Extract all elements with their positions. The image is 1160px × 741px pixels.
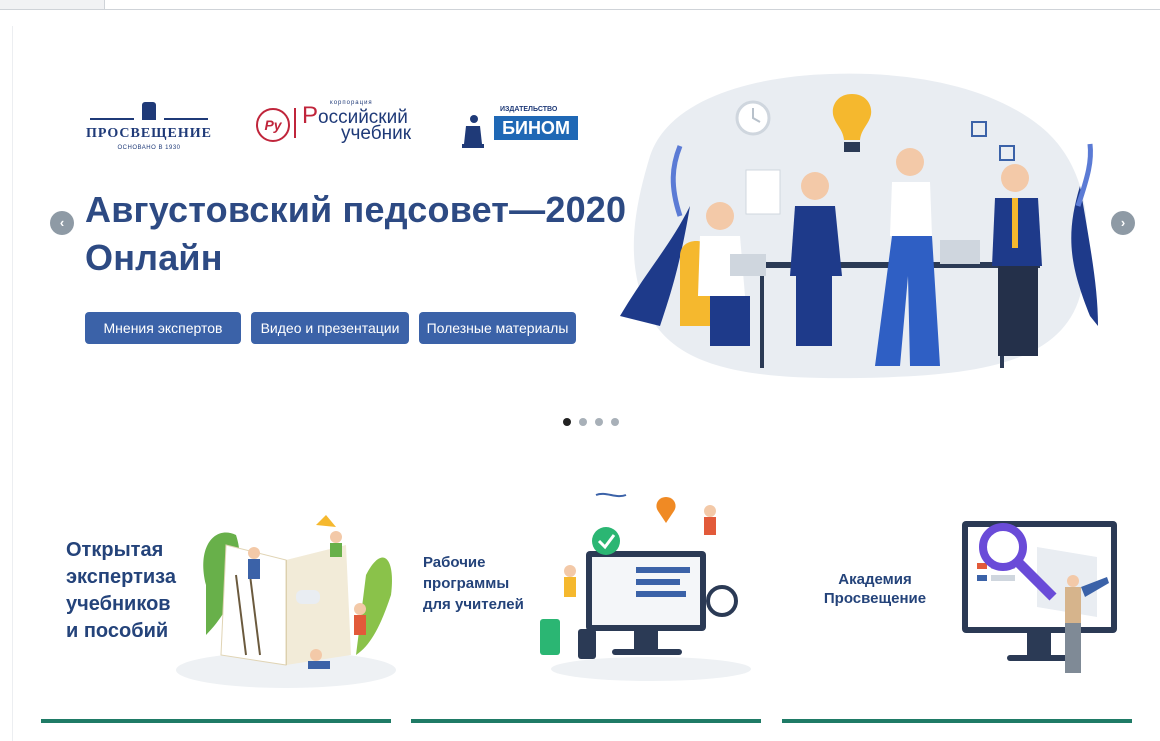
partner-logos: ПРОСВЕЩЕНИЕ ОСНОВАНО В 1930 Ру корпораци… [84, 100, 584, 170]
card-academy-underline [782, 719, 1132, 723]
browser-top-strip [0, 0, 1160, 10]
tab-stub[interactable] [0, 0, 105, 9]
expert-opinions-button[interactable]: Мнения экспертов [85, 312, 241, 344]
page-left-border [12, 26, 13, 741]
carousel-dot-1[interactable] [563, 418, 571, 426]
carousel-pagination [561, 418, 625, 428]
useful-materials-button[interactable]: Полезные материалы [419, 312, 576, 344]
card-work-programs-title: Рабочие программы для учителей [423, 554, 524, 613]
binom-publisher-text: ИЗДАТЕЛЬСТВО [500, 106, 558, 113]
binom-reader-icon [462, 115, 484, 148]
digital-workplace-illustration [540, 492, 751, 681]
prosveshchenie-emblem-icon [142, 102, 156, 120]
carousel-prev-button[interactable]: ‹ [50, 211, 74, 235]
binom-name-text: БИНОМ [494, 116, 578, 140]
rossiyskiy-uchebnik-logo[interactable]: Ру корпорация Российский учебник [256, 100, 436, 160]
ru-logo-line2: учебник [341, 123, 412, 144]
hero-title: Августовский педсовет—2020 Онлайн [85, 189, 627, 278]
prosveshchenie-logo[interactable]: ПРОСВЕЩЕНИЕ ОСНОВАНО В 1930 [84, 100, 214, 170]
card-open-expertise-underline [41, 719, 391, 723]
academy-monitor-illustration [962, 521, 1117, 673]
prosveshchenie-since-text: ОСНОВАНО В 1930 [117, 145, 181, 151]
card-academy[interactable]: Академия Просвещение [782, 485, 1132, 725]
carousel-dot-3[interactable] [595, 418, 603, 426]
video-presentations-button[interactable]: Видео и презентации [251, 312, 409, 344]
binom-logo[interactable]: ИЗДАТЕЛЬСТВО БИНОМ [462, 106, 622, 156]
carousel-dot-2[interactable] [579, 418, 587, 426]
prosveshchenie-logo-text: ПРОСВЕЩЕНИЕ [85, 126, 213, 141]
carousel-dot-4[interactable] [611, 418, 619, 426]
card-work-programs[interactable]: Рабочие программы для учителей [411, 485, 761, 725]
card-work-programs-underline [411, 719, 761, 723]
carousel-next-button[interactable]: › [1111, 211, 1135, 235]
card-academy-title: Академия Просвещение [823, 571, 927, 607]
card-open-expertise[interactable]: Открытая экспертиза учебников и пособий [41, 485, 396, 725]
ru-circle-icon: Ру [256, 108, 290, 142]
team-meeting-illustration [620, 73, 1098, 379]
open-book-illustration [176, 515, 396, 688]
card-open-expertise-title: Открытая экспертиза учебников и пособий [66, 539, 176, 642]
